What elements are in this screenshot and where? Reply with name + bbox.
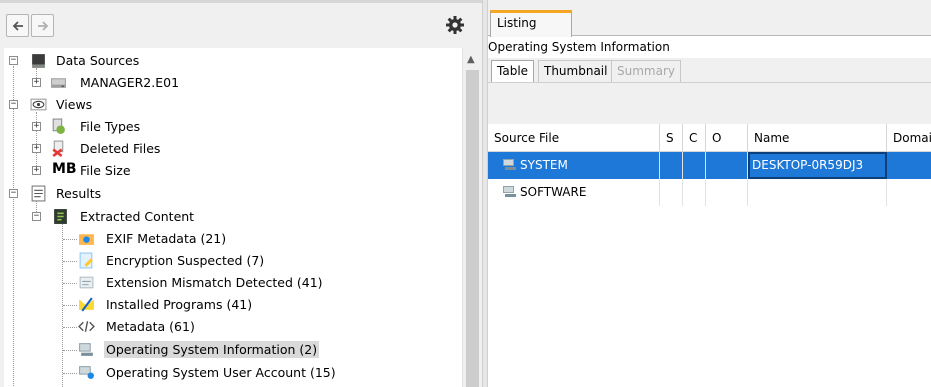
computer-icon <box>503 159 516 170</box>
column-header-o[interactable]: O <box>706 124 748 152</box>
column-header-name[interactable]: Name <box>748 124 887 152</box>
tree-item-label: EXIF Metadata (21) <box>106 231 227 246</box>
results-table: Source File S C O Name Domain SYSTEM DES… <box>488 124 931 387</box>
table-toolbar <box>488 82 931 124</box>
arrow-right-icon <box>37 20 48 31</box>
tree-item-metadata[interactable]: Metadata (61) <box>4 316 462 338</box>
column-header-s[interactable]: S <box>660 124 683 152</box>
extracted-icon <box>54 209 67 224</box>
column-header-domain[interactable]: Domain <box>887 124 931 152</box>
tree-item-extracted-content[interactable]: − Extracted Content <box>4 206 462 228</box>
cell-domain[interactable] <box>887 152 931 179</box>
collapse-toggle[interactable]: − <box>32 212 41 221</box>
tree-item-label: File Types <box>80 119 141 134</box>
source-file-text: SYSTEM <box>520 158 568 172</box>
computer-icon <box>503 186 516 197</box>
cell-s[interactable] <box>660 179 683 206</box>
settings-button[interactable] <box>444 14 466 36</box>
tree-item-data-sources[interactable]: − Data Sources <box>4 50 462 72</box>
collapse-toggle[interactable]: − <box>9 100 18 109</box>
tree-item-extension-mismatch[interactable]: Extension Mismatch Detected (41) <box>4 272 462 294</box>
app-window: − Data Sources + MANAGER2.E01 − Views + … <box>0 0 931 387</box>
cell-source-file[interactable]: SOFTWARE <box>488 179 660 206</box>
code-icon <box>78 321 95 332</box>
tree-item-label: Results <box>56 186 102 201</box>
tab-table[interactable]: Table <box>491 60 535 82</box>
tree-item-file-size[interactable]: + MB File Size <box>4 160 462 182</box>
scrollbar-thumb[interactable] <box>466 70 479 387</box>
tree-item-label: Operating System User Account (15) <box>106 365 336 380</box>
expand-toggle[interactable]: + <box>32 122 41 131</box>
tree-item-os-information[interactable]: Operating System Information (2) <box>4 339 462 361</box>
section-title: Operating System Information <box>488 40 670 54</box>
results-icon <box>31 185 46 202</box>
cell-s[interactable] <box>660 152 683 179</box>
source-file-text: SOFTWARE <box>520 185 587 199</box>
tree-item-label: Deleted Files <box>80 141 161 156</box>
tab-summary: Summary <box>611 60 681 82</box>
tree-item-file-types[interactable]: + File Types <box>4 116 462 138</box>
tree-item-label: MANAGER2.E01 <box>80 75 180 90</box>
expand-toggle[interactable]: + <box>32 166 41 175</box>
tree-item-label: Encryption Suspected (7) <box>106 253 265 268</box>
scroll-up-icon[interactable]: ▲ <box>467 54 475 65</box>
tree-item-encryption-suspected[interactable]: Encryption Suspected (7) <box>4 250 462 272</box>
mismatch-icon <box>79 276 94 289</box>
cell-domain[interactable] <box>887 179 931 206</box>
forward-button[interactable] <box>31 14 54 37</box>
tree-item-label: Data Sources <box>56 53 140 68</box>
deleted-icon <box>52 140 64 157</box>
tree-item-installed-programs[interactable]: Installed Programs (41) <box>4 294 462 316</box>
column-header-c[interactable]: C <box>683 124 706 152</box>
back-button[interactable] <box>6 14 29 37</box>
cell-c[interactable] <box>683 152 706 179</box>
tree-item-os-user-account[interactable]: Operating System User Account (15) <box>4 362 462 384</box>
computer-icon <box>79 343 93 356</box>
tree-item-label: Extracted Content <box>80 209 195 224</box>
drive-icon <box>51 78 66 88</box>
view-tabs: Table Thumbnail Summary <box>488 58 931 82</box>
tree-scrollbar[interactable]: ▲ <box>462 48 481 387</box>
top-border <box>0 0 482 3</box>
content-pane: Listing Operating System Information Tab… <box>488 0 931 387</box>
tree-pane: − Data Sources + MANAGER2.E01 − Views + … <box>0 0 482 387</box>
filetypes-icon <box>52 118 65 134</box>
tree-item-label: Operating System Information (2) <box>104 341 320 358</box>
tree-item-results[interactable]: − Results <box>4 183 462 205</box>
collapse-toggle[interactable]: − <box>9 56 18 65</box>
collapse-toggle[interactable]: − <box>9 189 18 198</box>
cell-source-file[interactable]: SYSTEM <box>488 152 660 179</box>
tree-item-exif-metadata[interactable]: EXIF Metadata (21) <box>4 228 462 250</box>
cell-name[interactable] <box>748 179 887 206</box>
tab-listing[interactable]: Listing <box>490 10 572 37</box>
directory-tree: − Data Sources + MANAGER2.E01 − Views + … <box>4 48 462 387</box>
tree-item-deleted-files[interactable]: + Deleted Files <box>4 138 462 160</box>
eye-icon <box>30 98 47 111</box>
camera-icon <box>79 234 94 245</box>
cell-o[interactable] <box>706 179 748 206</box>
column-header-source-file[interactable]: Source File <box>488 124 660 152</box>
tree-item-label: Installed Programs (41) <box>106 297 253 312</box>
tree-item-label: Views <box>56 97 93 112</box>
programs-icon <box>79 297 94 312</box>
expand-toggle[interactable]: + <box>32 144 41 153</box>
lock-doc-icon <box>79 252 93 269</box>
cell-o[interactable] <box>706 152 748 179</box>
expand-toggle[interactable]: + <box>32 78 41 87</box>
user-computer-icon <box>79 366 94 379</box>
tab-thumbnail[interactable]: Thumbnail <box>538 60 614 82</box>
cell-name[interactable]: DESKTOP-0R59DJ3 <box>748 152 887 179</box>
disk-icon <box>32 54 45 68</box>
tree-item-label: File Size <box>80 163 131 178</box>
cell-c[interactable] <box>683 179 706 206</box>
mb-icon: MB <box>52 161 77 177</box>
tree-item-label: Metadata (61) <box>106 319 195 334</box>
tree-item-label: Extension Mismatch Detected (41) <box>106 275 323 290</box>
tree-item-manager2-e01[interactable]: + MANAGER2.E01 <box>4 72 462 94</box>
arrow-left-icon <box>12 20 23 31</box>
tree-item-views[interactable]: − Views <box>4 94 462 116</box>
gear-icon <box>446 16 464 34</box>
